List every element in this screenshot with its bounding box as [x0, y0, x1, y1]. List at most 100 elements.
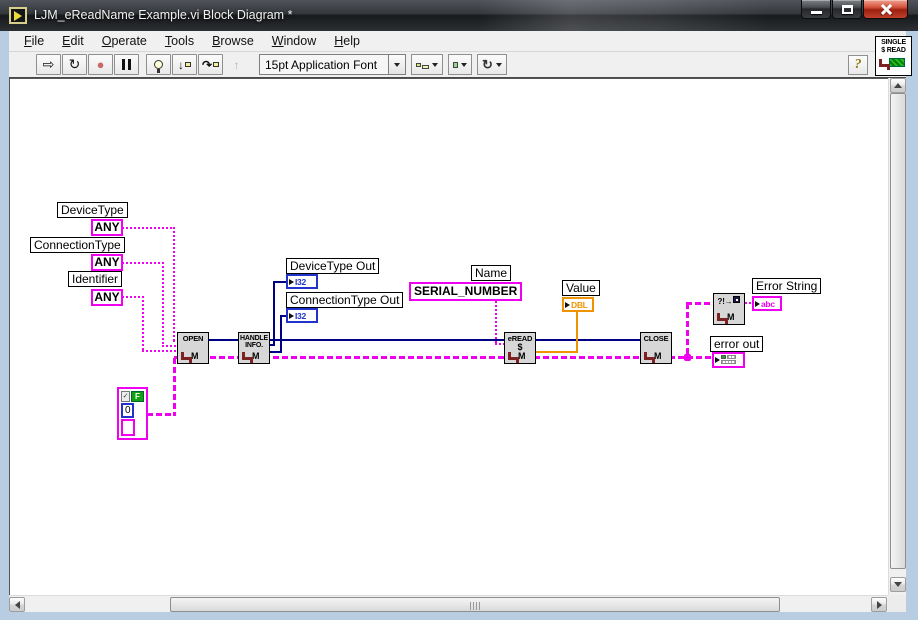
wire-handle[interactable] [209, 339, 239, 341]
pause-icon [122, 59, 131, 70]
step-into-button[interactable]: ↓ [172, 54, 197, 75]
node-ljm-handle-info[interactable]: HANDLE INFO. M [238, 332, 270, 364]
wire-junction[interactable] [684, 354, 691, 361]
wire-error-in[interactable] [147, 413, 176, 416]
menu-tools[interactable]: Tools [156, 32, 203, 51]
indicator-arrow-icon [755, 301, 760, 307]
vi-connector-icon[interactable]: SINGLE $ READ [875, 36, 912, 76]
align-objects-dropdown[interactable] [411, 54, 443, 75]
toolbar: ⇨ ↻ ● ↓ ↷ ↑ 15pt Application Font ↻ [9, 52, 906, 78]
label-identifier[interactable]: Identifier [68, 271, 122, 287]
font-selector-dropdown[interactable] [389, 54, 406, 75]
wire-connectiontype-out[interactable] [280, 315, 282, 353]
minimize-button[interactable] [801, 0, 831, 19]
horizontal-scrollbar[interactable] [9, 595, 888, 612]
wire-name[interactable] [495, 301, 497, 344]
label-connectiontype-out[interactable]: ConnectionType Out [286, 292, 403, 308]
step-out-button[interactable]: ↑ [224, 54, 249, 75]
close-button[interactable] [863, 0, 908, 19]
wire-error-in[interactable] [173, 358, 176, 416]
highlight-execution-button[interactable] [146, 54, 171, 75]
menu-window[interactable]: Window [263, 32, 325, 51]
wire-connectiontype[interactable] [162, 345, 178, 347]
vertical-scrollbar[interactable] [888, 78, 906, 595]
wire-error-branch[interactable] [686, 303, 689, 358]
wire-identifier[interactable] [142, 296, 144, 352]
wire-value[interactable] [576, 310, 578, 353]
align-icon2 [422, 65, 429, 69]
green-hatch-icon [889, 58, 905, 67]
distribute-objects-dropdown[interactable] [448, 54, 472, 75]
distribute-icon [453, 62, 458, 68]
wire-devicetype-out[interactable] [273, 281, 287, 283]
wire-connectiontype[interactable] [162, 262, 164, 347]
vertical-scroll-thumb[interactable] [890, 93, 906, 569]
wire-value[interactable] [536, 351, 578, 353]
node-ljm-error-to-string[interactable]: ?!→ M [713, 293, 745, 325]
node-ljm-close[interactable]: CLOSE M [640, 332, 672, 364]
menu-bar: File Edit Operate Tools Browse Window He… [9, 31, 906, 52]
label-devicetype[interactable]: DeviceType [57, 202, 128, 218]
abort-button[interactable]: ● [88, 54, 113, 75]
label-value[interactable]: Value [562, 280, 600, 296]
menu-file[interactable]: File [15, 32, 53, 51]
label-connectiontype[interactable]: ConnectionType [30, 237, 125, 253]
indicator-type: I32 [295, 311, 306, 321]
wire-devicetype-out[interactable] [273, 281, 275, 346]
font-selector[interactable]: 15pt Application Font [259, 54, 389, 75]
scroll-left-button[interactable] [9, 597, 25, 612]
node-ljm-open[interactable]: OPEN M [177, 332, 209, 364]
horizontal-scroll-thumb[interactable] [170, 597, 780, 612]
title-bar: LJM_eReadName Example.vi Block Diagram * [0, 0, 918, 31]
vi-app-icon[interactable] [9, 7, 27, 24]
status-boolean-constant[interactable]: F [131, 391, 144, 402]
node-ljm-eread[interactable]: eREAD $ M [504, 332, 536, 364]
control-identifier[interactable]: ANY [91, 289, 123, 306]
run-button[interactable]: ⇨ [36, 54, 61, 75]
pause-button[interactable] [114, 54, 139, 75]
run-continuous-button[interactable]: ↻ [62, 54, 87, 75]
indicator-value[interactable]: DBL [562, 297, 594, 312]
lib-letter: M [654, 352, 662, 360]
wire-devicetype[interactable] [173, 227, 175, 341]
indicator-connectiontype-out[interactable]: I32 [286, 308, 318, 323]
checkbox-icon [733, 296, 740, 303]
indicator-error-string[interactable]: abc [752, 296, 782, 311]
wire-connectiontype[interactable] [122, 262, 164, 264]
context-help-button[interactable]: ? [848, 55, 868, 75]
maximize-button[interactable] [832, 0, 862, 19]
arrow-right-icon [877, 601, 882, 609]
code-numeric-constant[interactable]: 0 [121, 403, 134, 418]
wire-identifier[interactable] [142, 350, 178, 352]
wire-handle[interactable] [536, 339, 641, 341]
control-devicetype[interactable]: ANY [91, 219, 123, 236]
menu-operate[interactable]: Operate [93, 32, 156, 51]
wire-devicetype[interactable] [122, 227, 175, 229]
source-string-constant[interactable] [121, 419, 135, 436]
label-error-out[interactable]: error out [710, 336, 763, 352]
control-connectiontype[interactable]: ANY [91, 254, 123, 271]
maximize-icon [842, 5, 853, 14]
indicator-error-out[interactable] [712, 352, 745, 368]
menu-help[interactable]: Help [325, 32, 369, 51]
label-error-string[interactable]: Error String [752, 278, 821, 294]
indicator-devicetype-out[interactable]: I32 [286, 274, 318, 289]
step-over-icon: ↷ [202, 58, 212, 72]
reorder-dropdown[interactable]: ↻ [477, 54, 507, 75]
step-over-button[interactable]: ↷ [198, 54, 223, 75]
scroll-right-button[interactable] [871, 597, 887, 612]
scroll-down-button[interactable] [890, 577, 906, 592]
wire-identifier[interactable] [122, 296, 144, 298]
node-title: HANDLE [239, 333, 269, 342]
chevron-down-icon [496, 63, 502, 67]
label-devicetype-out[interactable]: DeviceType Out [286, 258, 379, 274]
scroll-up-button[interactable] [890, 78, 906, 93]
menu-browse[interactable]: Browse [203, 32, 263, 51]
control-name[interactable]: SERIAL_NUMBER [409, 282, 522, 301]
menu-edit[interactable]: Edit [53, 32, 93, 51]
error-cluster-constant[interactable]: ✓ F 0 [117, 387, 148, 440]
wire-handle[interactable] [270, 339, 505, 341]
wire-error-branch[interactable] [686, 302, 714, 305]
label-name[interactable]: Name [471, 265, 511, 281]
minimize-icon [811, 11, 822, 14]
